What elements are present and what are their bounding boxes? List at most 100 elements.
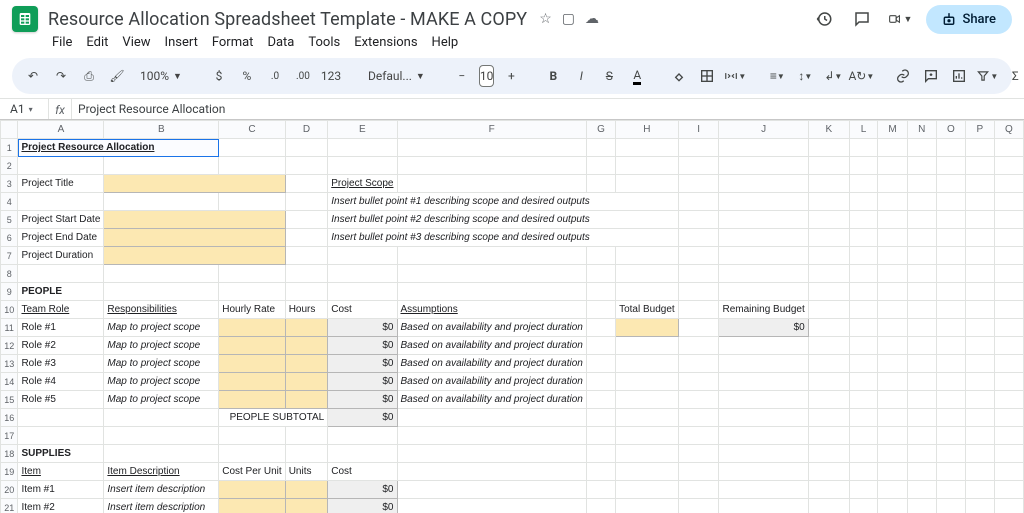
cell-G15[interactable]: [586, 391, 615, 409]
cell-J2[interactable]: [719, 157, 808, 175]
cell-C8[interactable]: [219, 265, 285, 283]
cell-N15[interactable]: [907, 391, 936, 409]
row-header-7[interactable]: 7: [1, 247, 18, 265]
cell-E14[interactable]: $0: [328, 373, 397, 391]
column-header-N[interactable]: N: [907, 121, 936, 139]
cell-D7[interactable]: [285, 247, 328, 265]
cell-H15[interactable]: [616, 391, 679, 409]
cell-D18[interactable]: [285, 445, 328, 463]
cell-C13[interactable]: [219, 355, 285, 373]
cell-J20[interactable]: [719, 481, 808, 499]
number-format-button[interactable]: 123: [320, 64, 342, 88]
cell-I17[interactable]: [678, 427, 719, 445]
cell-K10[interactable]: [808, 301, 849, 319]
cell-F8[interactable]: [397, 265, 586, 283]
cell-O19[interactable]: [936, 463, 965, 481]
cell-F3[interactable]: [397, 175, 586, 193]
row-header-19[interactable]: 19: [1, 463, 18, 481]
menu-insert[interactable]: Insert: [159, 33, 204, 52]
cell-A6[interactable]: Project End Date: [18, 229, 104, 247]
fill-color-button[interactable]: [668, 64, 690, 88]
cell-E15[interactable]: $0: [328, 391, 397, 409]
cell-Q12[interactable]: [994, 337, 1023, 355]
text-color-button[interactable]: A: [626, 64, 648, 88]
cell-G9[interactable]: [586, 283, 615, 301]
cell-A10[interactable]: Team Role: [18, 301, 104, 319]
cell-D21[interactable]: [285, 499, 328, 513]
cell-D13[interactable]: [285, 355, 328, 373]
cell-H17[interactable]: [616, 427, 679, 445]
cell-A4[interactable]: [18, 193, 104, 211]
cell-Q5[interactable]: [994, 211, 1023, 229]
cell-P5[interactable]: [965, 211, 994, 229]
cell-L20[interactable]: [849, 481, 877, 499]
cell-I11[interactable]: [678, 319, 719, 337]
cell-L11[interactable]: [849, 319, 877, 337]
cell-F9[interactable]: [397, 283, 586, 301]
cell-G21[interactable]: [586, 499, 615, 513]
cell-O13[interactable]: [936, 355, 965, 373]
cell-F10[interactable]: Assumptions: [397, 301, 586, 319]
cell-L19[interactable]: [849, 463, 877, 481]
cell-A19[interactable]: Item: [18, 463, 104, 481]
cell-O5[interactable]: [936, 211, 965, 229]
cell-D1[interactable]: [285, 139, 328, 157]
cell-Q4[interactable]: [994, 193, 1023, 211]
halign-button[interactable]: ≡▼: [766, 64, 788, 88]
cell-P12[interactable]: [965, 337, 994, 355]
cell-J8[interactable]: [719, 265, 808, 283]
cell-B15[interactable]: Map to project scope: [104, 391, 219, 409]
row-header-14[interactable]: 14: [1, 373, 18, 391]
cell-G11[interactable]: [586, 319, 615, 337]
cell-M21[interactable]: [878, 499, 908, 513]
cell-P7[interactable]: [965, 247, 994, 265]
cell-J1[interactable]: [719, 139, 808, 157]
cell-G20[interactable]: [586, 481, 615, 499]
cell-H10[interactable]: Total Budget: [616, 301, 679, 319]
cell-H2[interactable]: [616, 157, 679, 175]
cell-I1[interactable]: [678, 139, 719, 157]
cell-B12[interactable]: Map to project scope: [104, 337, 219, 355]
cell-B3[interactable]: [104, 175, 285, 193]
cell-P9[interactable]: [965, 283, 994, 301]
cell-N14[interactable]: [907, 373, 936, 391]
cell-I13[interactable]: [678, 355, 719, 373]
cell-O9[interactable]: [936, 283, 965, 301]
cell-H8[interactable]: [616, 265, 679, 283]
cell-Q18[interactable]: [994, 445, 1023, 463]
cell-B9[interactable]: [104, 283, 219, 301]
cell-Q15[interactable]: [994, 391, 1023, 409]
menu-data[interactable]: Data: [261, 33, 300, 52]
cell-B14[interactable]: Map to project scope: [104, 373, 219, 391]
undo-button[interactable]: ↶: [22, 64, 44, 88]
cell-A16[interactable]: [18, 409, 104, 427]
cell-I15[interactable]: [678, 391, 719, 409]
row-header-9[interactable]: 9: [1, 283, 18, 301]
cell-C2[interactable]: [219, 157, 285, 175]
cell-L14[interactable]: [849, 373, 877, 391]
cell-M13[interactable]: [878, 355, 908, 373]
cell-M1[interactable]: [878, 139, 908, 157]
move-icon[interactable]: ▢: [562, 11, 575, 27]
column-header-O[interactable]: O: [936, 121, 965, 139]
cell-H20[interactable]: [616, 481, 679, 499]
cell-J7[interactable]: [719, 247, 808, 265]
sheets-logo[interactable]: [12, 6, 38, 32]
cell-B16[interactable]: [104, 409, 219, 427]
cell-K12[interactable]: [808, 337, 849, 355]
cell-A3[interactable]: Project Title: [18, 175, 104, 193]
italic-button[interactable]: I: [570, 64, 592, 88]
cell-L18[interactable]: [849, 445, 877, 463]
column-header-B[interactable]: B: [104, 121, 219, 139]
cell-H16[interactable]: [616, 409, 679, 427]
cell-P11[interactable]: [965, 319, 994, 337]
row-header-11[interactable]: 11: [1, 319, 18, 337]
cell-O16[interactable]: [936, 409, 965, 427]
column-header-F[interactable]: F: [397, 121, 586, 139]
cell-C20[interactable]: [219, 481, 285, 499]
cell-B19[interactable]: Item Description: [104, 463, 219, 481]
cell-Q20[interactable]: [994, 481, 1023, 499]
insert-comment-button[interactable]: [920, 64, 942, 88]
wrap-button[interactable]: ↲▼: [822, 64, 844, 88]
cell-I5[interactable]: [678, 211, 719, 229]
